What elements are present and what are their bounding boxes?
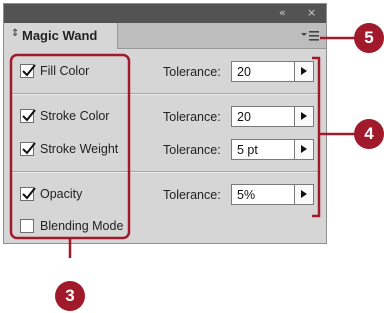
callout-4: 4 xyxy=(354,119,384,149)
tolerance-bracket xyxy=(312,56,321,218)
callout-annotations xyxy=(9,36,356,258)
callout-5: 5 xyxy=(354,23,384,53)
callout-3: 3 xyxy=(55,281,85,311)
checkbox-group-highlight xyxy=(9,53,131,240)
